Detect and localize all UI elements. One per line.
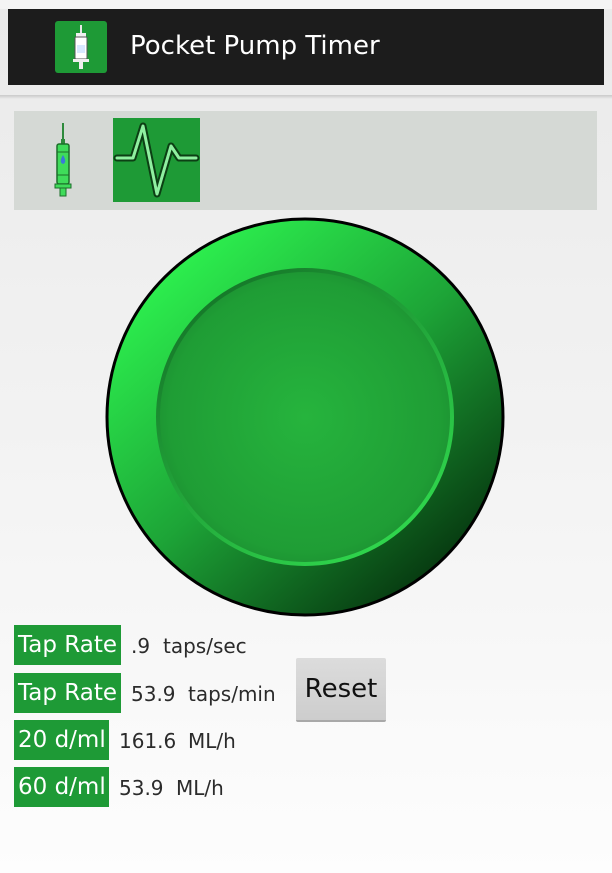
tap-circle-icon (105, 217, 505, 617)
drip-60-unit: ML/h (176, 776, 224, 800)
tap-button[interactable] (105, 217, 505, 617)
tap-rate-min-label: Tap Rate (14, 673, 121, 713)
syringe-icon (54, 123, 72, 197)
tap-rate-sec-value: .9 (131, 634, 151, 658)
mode-toolbar (14, 111, 597, 210)
app-syringe-icon[interactable] (55, 21, 107, 73)
tap-rate-sec-label: Tap Rate (14, 625, 121, 665)
drip-20-label: 20 d/ml (14, 720, 109, 760)
syringe-mode-button[interactable] (42, 119, 86, 203)
tap-rate-min-unit: taps/min (188, 682, 276, 706)
action-bar: Pocket Pump Timer (8, 9, 604, 85)
action-bar-shadow (0, 95, 612, 99)
drip-20-value: 161.6 (119, 729, 177, 753)
tap-rate-sec-unit: taps/sec (163, 634, 247, 658)
reset-button[interactable]: Reset (296, 658, 386, 722)
status-strip (0, 0, 612, 9)
drip-60-label: 60 d/ml (14, 767, 109, 807)
pulse-mode-button[interactable] (113, 118, 200, 202)
app-title: Pocket Pump Timer (130, 31, 380, 61)
drip-20-unit: ML/h (188, 729, 236, 753)
tap-rate-min-value: 53.9 (131, 682, 176, 706)
drip-60-value: 53.9 (119, 776, 164, 800)
pulse-icon (113, 122, 200, 198)
